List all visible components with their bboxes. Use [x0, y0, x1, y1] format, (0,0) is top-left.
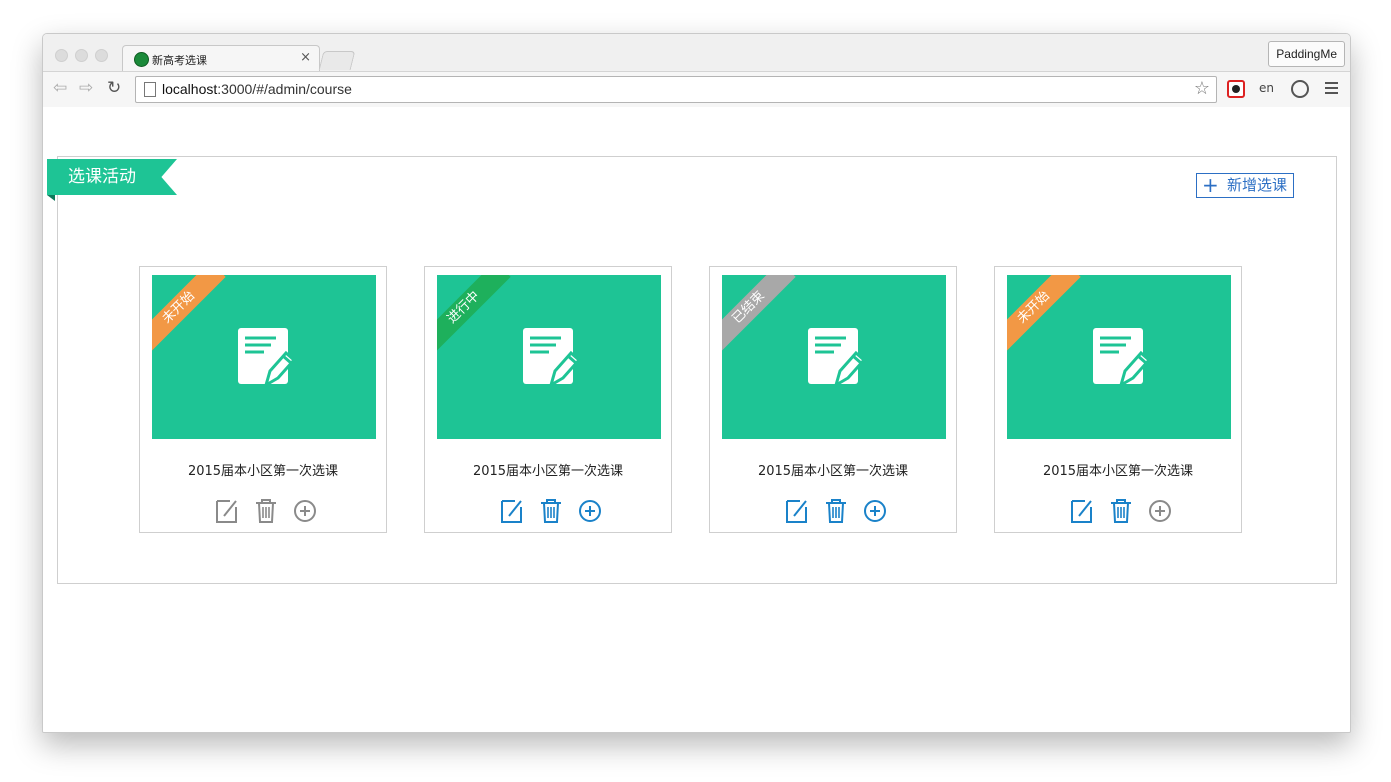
course-actions — [782, 497, 892, 525]
document-edit-icon — [806, 327, 867, 389]
edit-icon[interactable] — [1067, 497, 1095, 525]
course-actions — [212, 497, 322, 525]
status-badge: 未开始 — [152, 275, 226, 355]
add-circle-icon[interactable] — [576, 497, 604, 525]
tab-strip: 新高考选课 × PaddingMe — [43, 34, 1350, 72]
add-circle-icon[interactable] — [1146, 497, 1174, 525]
course-card[interactable]: 进行中 2015届本小区第一次选课 — [424, 266, 672, 533]
menu-hamburger-icon[interactable] — [1325, 82, 1338, 97]
course-thumbnail: 已结束 — [722, 275, 946, 439]
tab-close-button[interactable]: × — [300, 50, 311, 65]
url-text[interactable]: localhost:3000/#/admin/course — [162, 81, 352, 97]
document-edit-icon — [1091, 327, 1152, 389]
minimize-window-button[interactable] — [75, 49, 88, 62]
course-thumbnail: 未开始 — [152, 275, 376, 439]
back-arrow-icon[interactable]: ⇦ — [53, 78, 67, 98]
delete-icon[interactable] — [822, 497, 850, 525]
delete-icon[interactable] — [1107, 497, 1135, 525]
sync-extension-icon[interactable] — [1291, 80, 1309, 98]
course-thumbnail: 未开始 — [1007, 275, 1231, 439]
course-title: 2015届本小区第一次选课 — [472, 464, 624, 479]
plus-icon: + — [1202, 173, 1219, 197]
translate-icon[interactable]: en — [1259, 81, 1277, 99]
reload-icon[interactable]: ↻ — [107, 78, 121, 98]
add-circle-icon[interactable] — [861, 497, 889, 525]
browser-toolbar: ⇦ ⇨ ↻ localhost:3000/#/admin/course ☆ en — [43, 71, 1350, 108]
ribbon-fold — [47, 195, 55, 201]
page-icon — [144, 82, 156, 97]
course-card[interactable]: 已结束 2015届本小区第一次选课 — [709, 266, 957, 533]
document-edit-icon — [236, 327, 297, 389]
forward-arrow-icon[interactable]: ⇨ — [79, 78, 93, 98]
window-controls — [55, 47, 115, 66]
course-title: 2015届本小区第一次选课 — [187, 464, 339, 479]
edit-icon[interactable] — [782, 497, 810, 525]
course-title: 2015届本小区第一次选课 — [757, 464, 909, 479]
browser-tab[interactable]: 新高考选课 × — [122, 45, 320, 72]
course-card[interactable]: 未开始 2015届本小区第一次选课 — [139, 266, 387, 533]
close-window-button[interactable] — [55, 49, 68, 62]
recorder-extension-icon[interactable] — [1227, 80, 1245, 98]
bookmark-star-icon[interactable]: ☆ — [1194, 78, 1210, 99]
status-badge: 进行中 — [437, 275, 511, 355]
paddingme-extension-button[interactable]: PaddingMe — [1268, 41, 1345, 67]
page-content: 选课活动 + 新增选课 未开始 2015届本小区第一次选课 进行中 2015届本小区第… — [43, 107, 1350, 732]
zoom-window-button[interactable] — [95, 49, 108, 62]
document-edit-icon — [521, 327, 582, 389]
course-title: 2015届本小区第一次选课 — [1042, 464, 1194, 479]
status-badge: 已结束 — [722, 275, 796, 355]
course-actions — [497, 497, 607, 525]
status-badge: 未开始 — [1007, 275, 1081, 355]
course-thumbnail: 进行中 — [437, 275, 661, 439]
course-actions — [1067, 497, 1177, 525]
new-tab-button[interactable] — [318, 51, 356, 70]
address-bar[interactable]: localhost:3000/#/admin/course ☆ — [135, 76, 1217, 103]
section-title: 选课活动 — [47, 159, 177, 195]
course-card[interactable]: 未开始 2015届本小区第一次选课 — [994, 266, 1242, 533]
delete-icon[interactable] — [537, 497, 565, 525]
edit-icon[interactable] — [497, 497, 525, 525]
add-course-label: 新增选课 — [1226, 176, 1287, 194]
add-course-button[interactable]: + 新增选课 — [1196, 173, 1294, 198]
delete-icon[interactable] — [252, 497, 280, 525]
tab-title: 新高考选课 — [152, 54, 207, 67]
favicon-icon — [134, 52, 149, 67]
browser-window: 新高考选课 × PaddingMe ⇦ ⇨ ↻ localhost:3000/#… — [42, 33, 1351, 733]
edit-icon[interactable] — [212, 497, 240, 525]
add-circle-icon[interactable] — [291, 497, 319, 525]
